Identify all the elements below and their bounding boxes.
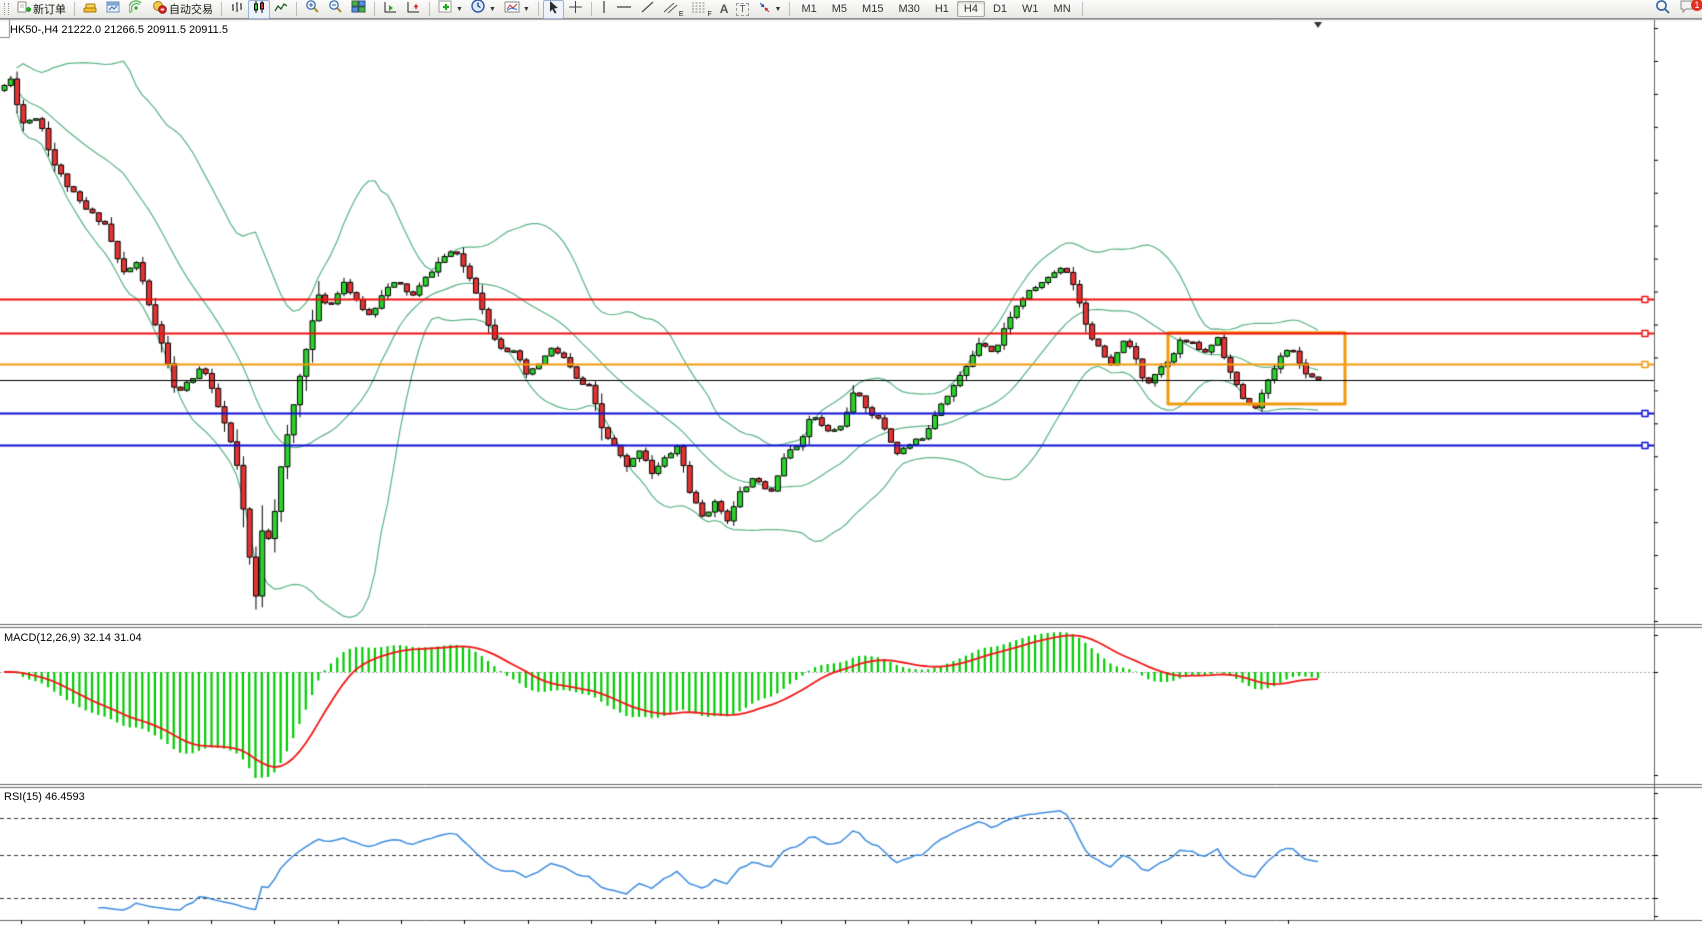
channel-icon <box>663 0 678 19</box>
chart-shift-button[interactable] <box>402 0 425 19</box>
toolbar-separator <box>789 2 790 16</box>
new-order-icon <box>17 0 31 19</box>
templates-button[interactable]: ▼ <box>500 0 534 19</box>
new-order-button[interactable]: 新订单 <box>13 0 70 19</box>
toolbar: 新订单 自动交易 ▼ <box>0 0 1702 19</box>
crosshair-icon <box>568 0 583 19</box>
autotrading-icon <box>152 0 167 19</box>
horizontal-line-icon <box>616 0 632 19</box>
trendline-tool-button[interactable] <box>636 0 659 19</box>
toolbar-separator <box>374 2 375 16</box>
toolbar-separator <box>538 2 539 16</box>
zoom-out-button[interactable] <box>324 0 347 19</box>
text-tool-label: A <box>720 2 729 16</box>
trendline-icon <box>640 0 655 19</box>
toolbar-separator <box>591 2 592 16</box>
candlestick-chart-icon <box>252 0 266 19</box>
chart-window-icon <box>106 0 121 19</box>
indicators-button[interactable]: ▼ <box>434 0 467 19</box>
bar-chart-button[interactable] <box>226 0 248 19</box>
new-chart-button[interactable] <box>102 0 125 19</box>
candlestick-chart-button[interactable] <box>248 0 270 19</box>
search-button[interactable] <box>1651 0 1675 19</box>
timeframe-button-M1[interactable]: M1 <box>794 1 823 17</box>
auto-scroll-icon <box>383 0 398 19</box>
chat-button[interactable]: 1 <box>1675 0 1700 19</box>
line-chart-button[interactable] <box>270 0 292 19</box>
chart-canvas[interactable] <box>0 0 1702 938</box>
toolbar-grip[interactable] <box>4 3 9 15</box>
signal-icon <box>129 0 144 19</box>
timeframe-group: M1M5M15M30H1H4D1W1MN <box>794 1 1077 17</box>
timeframe-button-D1[interactable]: D1 <box>986 1 1014 17</box>
cursor-icon <box>547 0 560 19</box>
price-axis[interactable] <box>1654 19 1702 920</box>
text-label-tool-button[interactable]: T <box>732 0 752 19</box>
vertical-line-icon <box>600 0 608 19</box>
cursor-tool-button[interactable] <box>543 0 564 19</box>
crosshair-tool-button[interactable] <box>564 0 587 19</box>
indicators-icon <box>438 0 453 19</box>
chart-shift-icon <box>406 0 421 19</box>
toolbar-separator <box>221 2 222 16</box>
tile-windows-icon <box>351 0 366 19</box>
text-tool-button[interactable]: A <box>716 0 733 19</box>
signals-button[interactable] <box>125 0 148 19</box>
line-chart-icon <box>274 0 288 19</box>
tile-windows-button[interactable] <box>347 0 370 19</box>
time-axis[interactable] <box>0 920 1654 938</box>
auto-scroll-button[interactable] <box>379 0 402 19</box>
equidistant-channel-tool-button[interactable]: E <box>659 0 688 19</box>
fibonacci-sub-label: F <box>707 11 711 18</box>
arrows-icon <box>757 0 772 19</box>
autotrading-button[interactable]: 自动交易 <box>148 0 217 19</box>
autotrading-label: 自动交易 <box>169 1 213 17</box>
bar-chart-icon <box>230 0 244 19</box>
periods-button[interactable]: ▼ <box>467 0 500 19</box>
fibonacci-icon <box>691 0 706 19</box>
label-tool-label: T <box>736 3 748 16</box>
arrows-tool-button[interactable]: ▼ <box>753 0 786 19</box>
template-icon <box>504 0 520 19</box>
timeframe-button-H4[interactable]: H4 <box>957 1 985 17</box>
dropdown-caret-icon: ▼ <box>775 6 782 13</box>
toolbar-separator <box>74 2 75 16</box>
zoom-in-icon <box>305 0 320 19</box>
new-order-label: 新订单 <box>33 1 66 17</box>
fibonacci-tool-button[interactable]: F <box>687 0 715 19</box>
market-watch-button[interactable] <box>79 0 102 19</box>
timeframe-button-MN[interactable]: MN <box>1047 1 1078 17</box>
dropdown-caret-icon: ▼ <box>489 6 496 13</box>
clock-icon <box>471 0 486 19</box>
timeframe-button-H1[interactable]: H1 <box>928 1 956 17</box>
search-icon <box>1655 0 1671 20</box>
dropdown-caret-icon: ▼ <box>456 6 463 13</box>
toolbar-separator <box>429 2 430 16</box>
chat-notification-badge: 1 <box>1691 0 1702 11</box>
timeframe-button-M15[interactable]: M15 <box>855 1 890 17</box>
toolbar-separator <box>296 2 297 16</box>
dropdown-caret-icon: ▼ <box>523 6 530 13</box>
toolbar-separator <box>1082 2 1083 16</box>
zoom-in-button[interactable] <box>301 0 324 19</box>
vertical-line-tool-button[interactable] <box>596 0 612 19</box>
channel-sub-label: E <box>679 11 684 18</box>
zoom-out-icon <box>328 0 343 19</box>
gold-icon <box>83 0 98 19</box>
timeframe-button-W1[interactable]: W1 <box>1015 1 1046 17</box>
horizontal-line-tool-button[interactable] <box>612 0 636 19</box>
timeframe-button-M5[interactable]: M5 <box>825 1 854 17</box>
timeframe-button-M30[interactable]: M30 <box>891 1 926 17</box>
